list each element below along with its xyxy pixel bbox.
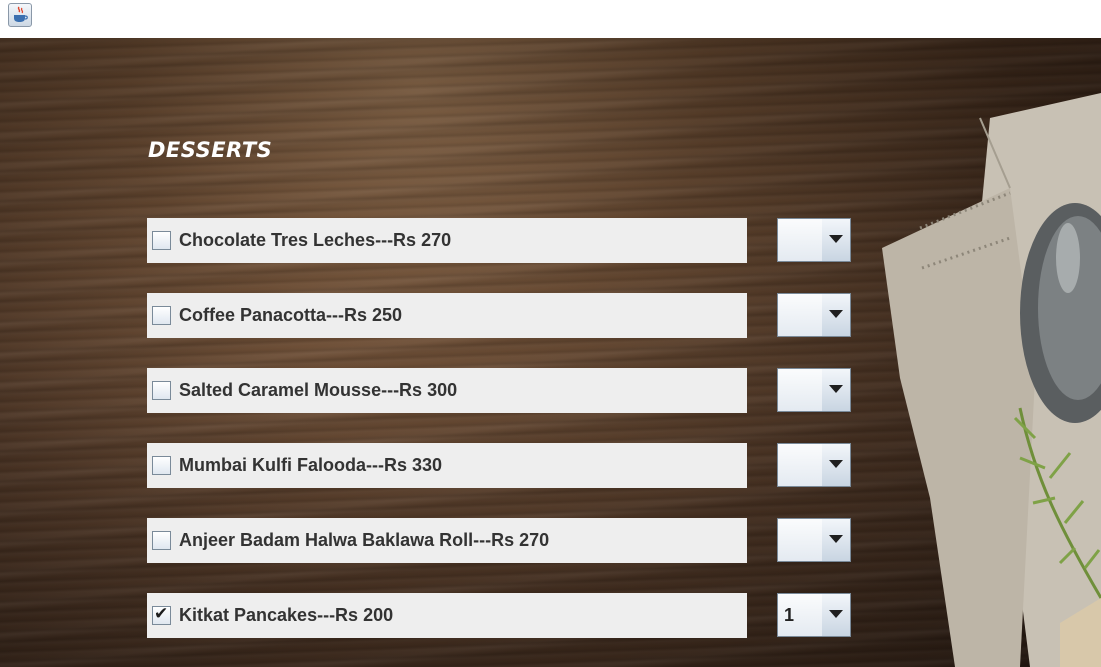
quantity-combobox[interactable]: [777, 443, 851, 487]
quantity-combobox[interactable]: [777, 518, 851, 562]
napkin-spoon-decoration: [882, 93, 1101, 667]
item-label: Kitkat Pancakes---Rs 200: [179, 605, 394, 625]
item-label: Coffee Panacotta---Rs 250: [179, 305, 403, 325]
item-label: Chocolate Tres Leches---Rs 270: [179, 230, 452, 250]
dropdown-arrow-icon[interactable]: [822, 444, 850, 486]
quantity-combobox[interactable]: [777, 368, 851, 412]
quantity-value: [778, 219, 823, 261]
menu-panel: DESSERTS Chocolate Tres Leches---Rs 270 …: [0, 38, 1101, 667]
item-label: Anjeer Badam Halwa Baklawa Roll---Rs 270: [179, 530, 550, 550]
item-checkbox[interactable]: [152, 531, 171, 550]
menu-item-row: Anjeer Badam Halwa Baklawa Roll---Rs 270: [147, 518, 747, 563]
quantity-value: 1: [778, 594, 823, 636]
quantity-value: [778, 294, 823, 336]
title-bar: [0, 0, 1101, 38]
section-title: DESSERTS: [148, 138, 273, 162]
java-coffee-icon[interactable]: [8, 3, 32, 27]
checkmark-icon: ✔: [154, 604, 169, 624]
quantity-combobox[interactable]: [777, 293, 851, 337]
item-checkbox[interactable]: [152, 381, 171, 400]
menu-item-row: Chocolate Tres Leches---Rs 270: [147, 218, 747, 263]
quantity-value: [778, 519, 823, 561]
quantity-value: [778, 444, 823, 486]
item-checkbox[interactable]: [152, 306, 171, 325]
dropdown-arrow-icon[interactable]: [822, 219, 850, 261]
menu-item-row: Salted Caramel Mousse---Rs 300: [147, 368, 747, 413]
menu-item-row: Mumbai Kulfi Falooda---Rs 330: [147, 443, 747, 488]
item-label: Mumbai Kulfi Falooda---Rs 330: [179, 455, 443, 475]
item-checkbox[interactable]: ✔: [152, 604, 171, 625]
menu-item-row: ✔ Kitkat Pancakes---Rs 200: [147, 593, 747, 638]
item-label: Salted Caramel Mousse---Rs 300: [179, 380, 458, 400]
dropdown-arrow-icon[interactable]: [822, 294, 850, 336]
dropdown-arrow-icon[interactable]: [822, 594, 850, 636]
dropdown-arrow-icon[interactable]: [822, 369, 850, 411]
quantity-combobox[interactable]: [777, 218, 851, 262]
menu-item-row: Coffee Panacotta---Rs 250: [147, 293, 747, 338]
quantity-value: [778, 369, 823, 411]
item-checkbox[interactable]: [152, 456, 171, 475]
dropdown-arrow-icon[interactable]: [822, 519, 850, 561]
quantity-combobox[interactable]: 1: [777, 593, 851, 637]
item-checkbox[interactable]: [152, 231, 171, 250]
